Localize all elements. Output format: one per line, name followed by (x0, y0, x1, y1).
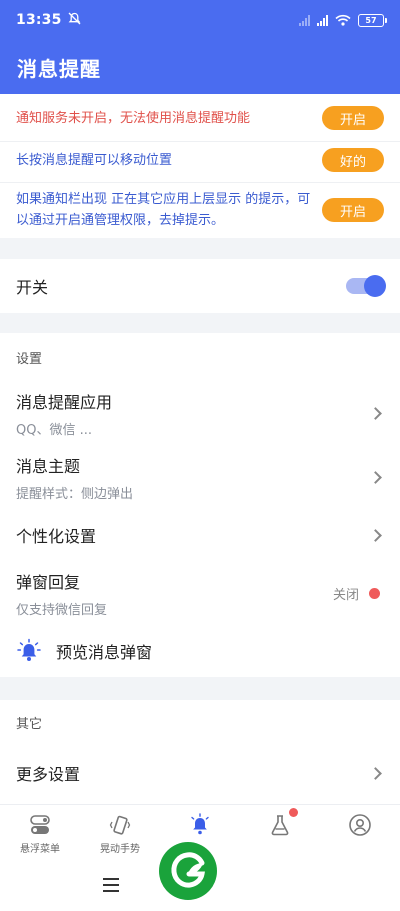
item-sub: 提醒样式：侧边弹出 (16, 486, 134, 502)
switch-row[interactable]: 开关 (0, 259, 400, 313)
divider (0, 141, 400, 142)
enable-permission-button[interactable]: 开启 (322, 198, 384, 222)
ok-button[interactable]: 好的 (322, 148, 384, 172)
item-label: 预览消息弹窗 (56, 643, 153, 662)
other-card: 其它 更多设置 (0, 700, 400, 804)
notice-card: 通知服务未开启，无法使用消息提醒功能 开启 长按消息提醒可以移动位置 好的 如果… (0, 94, 400, 238)
item-label: 消息主题 (16, 456, 81, 476)
item-label: 更多设置 (16, 765, 81, 784)
green-leaf-logo (159, 842, 217, 900)
other-section-header: 其它 (0, 710, 400, 734)
item-sub: QQ、微信 ... (16, 422, 92, 438)
notice-row-service: 通知服务未开启，无法使用消息提醒功能 开启 (0, 102, 400, 134)
bell-icon (188, 813, 212, 837)
status-dot (369, 587, 380, 599)
settings-item-apps[interactable]: 消息提醒应用 QQ、微信 ... (0, 383, 400, 443)
nav-floating-menu[interactable]: 悬浮菜单 (0, 813, 80, 855)
chevron-right-icon (369, 406, 382, 420)
battery-icon: 57 (358, 13, 387, 27)
enable-service-button[interactable]: 开启 (322, 106, 384, 130)
reply-status-text: 关闭 (332, 587, 359, 603)
section-title: 其它 (16, 716, 43, 732)
notice-text: 如果通知栏出现 正在其它应用上层显示 的提示，可以通过开启通管理权限，去掉提示。 (16, 192, 311, 228)
reply-status: 关闭 (333, 584, 380, 603)
item-label: 弹窗回复 (16, 572, 81, 592)
switch-label: 开关 (16, 278, 49, 297)
signal-icon (299, 14, 310, 26)
item-label: 消息提醒应用 (16, 392, 113, 412)
status-time: 13:35 (16, 12, 62, 28)
nav-profile[interactable] (320, 813, 400, 840)
mute-icon (68, 12, 81, 29)
notice-text: 长按消息提醒可以移动位置 (16, 152, 173, 168)
nav-label: 晃动手势 (100, 844, 140, 855)
nav-notifications[interactable] (160, 813, 240, 840)
notification-badge (289, 808, 298, 817)
settings-section-header: 设置 (0, 345, 400, 369)
wifi-icon (335, 14, 351, 26)
nav-lab[interactable] (240, 808, 320, 840)
status-bar: 13:35 57 (0, 0, 400, 40)
chevron-right-icon (369, 528, 382, 542)
item-label: 个性化设置 (16, 527, 97, 546)
bell-ringing-icon (16, 638, 42, 664)
item-sub: 仅支持微信回复 (16, 602, 108, 618)
toggles-icon (28, 813, 52, 837)
settings-item-preview[interactable]: 预览消息弹窗 (0, 631, 400, 671)
app-bar: 消息提醒 (0, 40, 400, 94)
section-title: 设置 (16, 351, 43, 367)
nav-shake-gesture[interactable]: 晃动手势 (80, 813, 160, 855)
phone-shake-icon (108, 813, 132, 837)
notice-row-overlay: 如果通知栏出现 正在其它应用上层显示 的提示，可以通过开启通管理权限，去掉提示。… (0, 188, 400, 232)
user-circle-icon (348, 813, 372, 837)
menu-icon[interactable] (103, 878, 119, 892)
switch-card: 开关 (0, 259, 400, 313)
settings-item-theme[interactable]: 消息主题 提醒样式：侧边弹出 (0, 447, 400, 507)
battery-level: 57 (365, 15, 377, 25)
main-toggle[interactable] (346, 275, 386, 297)
settings-item-personalize[interactable]: 个性化设置 (0, 513, 400, 557)
settings-item-reply[interactable]: 弹窗回复 仅支持微信回复 关闭 (0, 563, 400, 623)
flask-icon (268, 808, 298, 837)
page-title: 消息提醒 (17, 56, 101, 81)
nav-label: 悬浮菜单 (20, 844, 60, 855)
divider (0, 182, 400, 183)
other-item-more[interactable]: 更多设置 (0, 750, 400, 796)
chevron-right-icon (369, 766, 382, 780)
signal-icon-2 (317, 14, 328, 26)
toggle-knob (364, 275, 386, 297)
notice-text: 通知服务未开启，无法使用消息提醒功能 (16, 110, 251, 126)
chevron-right-icon (369, 470, 382, 484)
settings-card: 设置 消息提醒应用 QQ、微信 ... 消息主题 提醒样式：侧边弹出 个性化设置… (0, 333, 400, 677)
notice-row-move: 长按消息提醒可以移动位置 好的 (0, 144, 400, 176)
